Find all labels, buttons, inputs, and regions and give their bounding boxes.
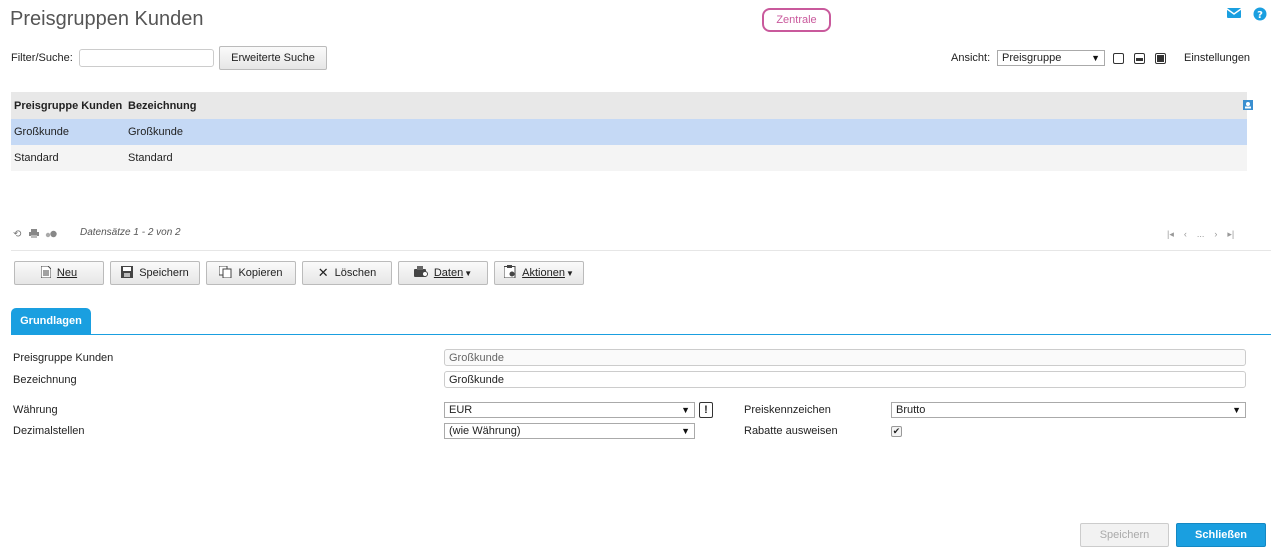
new-button-label: Neu — [56, 267, 78, 279]
price-flag-select[interactable]: Brutto ▼ — [891, 402, 1246, 418]
price-group-field[interactable]: Großkunde — [444, 349, 1246, 366]
filter-label: Filter/Suche: — [11, 52, 73, 64]
currency-select-value: EUR — [449, 404, 473, 416]
currency-label: Währung — [13, 404, 58, 416]
filter-input[interactable] — [79, 49, 214, 67]
help-icon[interactable]: ? — [1253, 7, 1267, 21]
svg-text:?: ? — [1257, 10, 1263, 21]
description-field[interactable]: Großkunde — [444, 371, 1246, 388]
page-title: Preisgruppen Kunden — [10, 8, 204, 30]
divider — [11, 250, 1271, 251]
price-flag-label: Preiskennzeichen — [744, 404, 831, 416]
show-discounts-checkbox[interactable]: ✔ — [891, 426, 902, 437]
cell-price-group: Großkunde — [14, 126, 70, 138]
description-label: Bezeichnung — [13, 374, 77, 386]
close-button[interactable]: Schließen — [1176, 523, 1266, 547]
chevron-down-icon: ▼ — [1232, 405, 1241, 415]
view-select[interactable]: Preisgruppe ▼ — [997, 50, 1105, 66]
currency-info-icon[interactable]: ! — [699, 402, 713, 418]
record-toggle-icon[interactable] — [45, 229, 57, 241]
tab-underline — [11, 334, 1271, 335]
decimals-label: Dezimalstellen — [13, 425, 85, 437]
view-split-icon[interactable] — [1134, 53, 1145, 64]
price-group-label: Preisgruppe Kunden — [13, 352, 114, 364]
pager-nav: |◂ ‹ ... › ▸| — [1167, 229, 1234, 240]
refresh-icon[interactable]: ⟲ — [13, 229, 21, 240]
floppy-icon — [121, 265, 134, 281]
view-single-icon[interactable] — [1113, 53, 1124, 64]
first-page-icon[interactable]: |◂ — [1167, 229, 1174, 240]
delete-button[interactable]: ✕ Löschen — [302, 261, 392, 285]
currency-select[interactable]: EUR ▼ — [444, 402, 695, 418]
grid-header: Preisgruppe Kunden Bezeichnung — [11, 92, 1253, 119]
column-header-price-group[interactable]: Preisgruppe Kunden — [11, 100, 128, 112]
table-row[interactable]: Standard Standard — [11, 145, 1247, 171]
actions-menu-label: Aktionen — [522, 267, 565, 279]
save-button-label: Speichern — [139, 267, 189, 279]
data-menu-label: Daten — [433, 267, 464, 279]
tab-grundlagen[interactable]: Grundlagen — [11, 308, 91, 334]
clipboard-icon — [503, 265, 516, 281]
next-page-icon[interactable]: › — [1214, 229, 1217, 240]
copy-button[interactable]: Kopieren — [206, 261, 296, 285]
save-button[interactable]: Speichern — [110, 261, 200, 285]
record-count: Datensätze 1 - 2 von 2 — [80, 227, 181, 238]
document-icon — [40, 265, 52, 281]
copy-button-label: Kopieren — [238, 267, 283, 279]
prev-page-icon[interactable]: ‹ — [1184, 229, 1187, 240]
copy-icon — [218, 265, 232, 281]
cell-price-group: Standard — [14, 152, 59, 164]
view-full-icon[interactable] — [1155, 53, 1166, 64]
advanced-search-button[interactable]: Erweiterte Suche — [219, 46, 327, 70]
pager-ellipsis: ... — [1196, 229, 1205, 239]
chevron-down-icon: ▼ — [681, 405, 690, 415]
close-icon: ✕ — [317, 265, 329, 280]
view-label: Ansicht: — [951, 52, 991, 64]
print-icon[interactable] — [29, 229, 39, 241]
column-header-description[interactable]: Bezeichnung — [128, 100, 428, 112]
cell-description: Standard — [128, 152, 173, 164]
settings-link[interactable]: Einstellungen — [1184, 52, 1250, 64]
zentrale-button[interactable]: Zentrale — [762, 8, 831, 32]
new-button[interactable]: Neu — [14, 261, 104, 285]
caret-down-icon: ▼ — [565, 268, 574, 278]
decimals-select-value: (wie Währung) — [449, 425, 521, 437]
chevron-down-icon: ▼ — [1091, 53, 1100, 63]
last-page-icon[interactable]: ▸| — [1227, 229, 1234, 240]
database-icon — [413, 266, 428, 280]
caret-down-icon: ▼ — [464, 268, 473, 278]
column-chooser-icon[interactable] — [1243, 100, 1253, 113]
data-menu-button[interactable]: Daten ▼ — [398, 261, 488, 285]
cell-description: Großkunde — [128, 126, 184, 138]
actions-menu-button[interactable]: Aktionen ▼ — [494, 261, 584, 285]
decimals-select[interactable]: (wie Währung) ▼ — [444, 423, 695, 439]
table-row[interactable]: Großkunde Großkunde — [11, 119, 1247, 145]
view-select-value: Preisgruppe — [1002, 52, 1062, 64]
footer-save-button[interactable]: Speichern — [1080, 523, 1169, 547]
advanced-search-label: Erweiterte Suche — [231, 52, 315, 64]
envelope-icon[interactable] — [1226, 7, 1242, 19]
show-discounts-label: Rabatte ausweisen — [744, 425, 838, 437]
price-flag-select-value: Brutto — [896, 404, 926, 416]
chevron-down-icon: ▼ — [681, 426, 690, 436]
delete-button-label: Löschen — [334, 267, 377, 279]
price-group-grid: Preisgruppe Kunden Bezeichnung Großkunde… — [11, 92, 1271, 171]
